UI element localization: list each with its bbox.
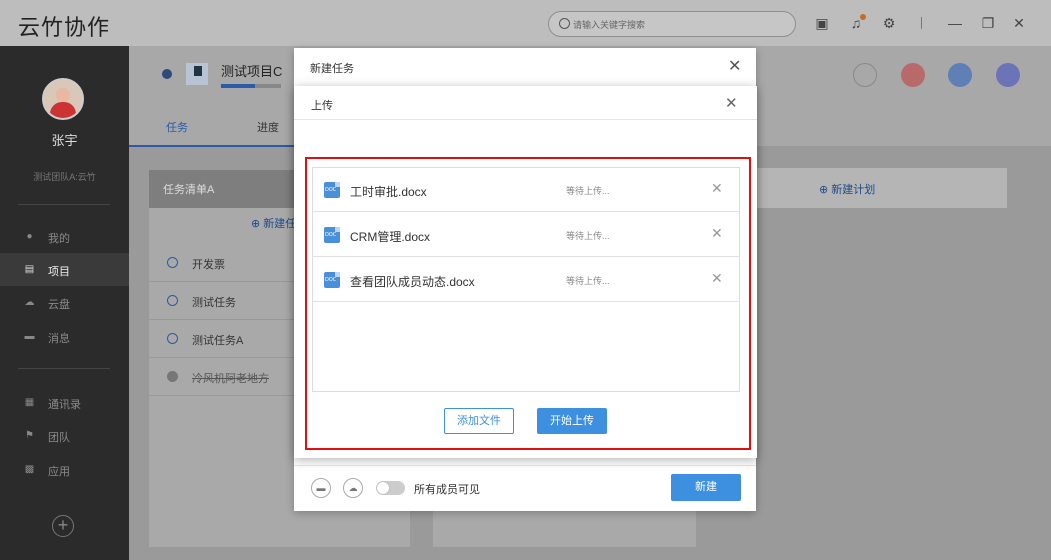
remove-file-icon[interactable]: ✕ bbox=[711, 225, 723, 242]
bookmark-icon bbox=[186, 63, 208, 85]
cloud-icon: ☁ bbox=[24, 297, 35, 308]
tab-progress[interactable]: 进度 bbox=[257, 119, 279, 135]
doc-file-icon bbox=[324, 227, 340, 243]
briefcase-icon[interactable]: ▣ bbox=[813, 14, 831, 32]
sidebar-item-cloud[interactable]: ☁ 云盘 bbox=[0, 286, 129, 319]
task-checkbox[interactable] bbox=[167, 371, 178, 382]
folder-icon[interactable]: ▬ bbox=[311, 478, 331, 498]
project-icon: ▤ bbox=[24, 264, 35, 275]
task-label: 测试任务 bbox=[192, 297, 236, 309]
new-plan-label: ⊕ 新建计划 bbox=[819, 184, 876, 196]
add-icon[interactable]: + bbox=[52, 515, 74, 537]
apps-icon: ▩ bbox=[24, 464, 35, 475]
title-bar: 云竹协作 请输入关键字搜索 ▣ ♫ ⚙ — ❐ ✕ bbox=[0, 0, 1051, 46]
file-name: 工时审批.docx bbox=[350, 185, 427, 199]
dialog-divider bbox=[294, 119, 757, 120]
task-checkbox[interactable] bbox=[167, 333, 178, 344]
sidebar-item-messages[interactable]: ▬ 消息 bbox=[0, 320, 129, 353]
layers-icon[interactable] bbox=[901, 63, 925, 87]
visibility-toggle[interactable] bbox=[376, 481, 405, 495]
sidebar-item-label: 应用 bbox=[48, 466, 70, 478]
team-name[interactable]: 测试团队A:云竹 bbox=[0, 170, 129, 183]
project-title: 测试项目C bbox=[221, 64, 283, 79]
sidebar-item-label: 项目 bbox=[48, 266, 70, 278]
sidebar-item-contacts[interactable]: ▦ 通讯录 bbox=[0, 386, 129, 419]
sidebar-divider bbox=[18, 368, 110, 369]
visibility-label: 所有成员可见 bbox=[414, 484, 480, 496]
tab-tasks[interactable]: 任务 bbox=[166, 119, 188, 135]
sidebar-item-label: 通讯录 bbox=[48, 399, 81, 411]
sidebar-item-label: 我的 bbox=[48, 233, 70, 245]
sidebar: 张宇 测试团队A:云竹 ● 我的 ▤ 项目 ☁ 云盘 ▬ 消息 ▦ 通讯录 ⚑ … bbox=[0, 46, 129, 560]
message-icon: ▬ bbox=[24, 331, 35, 342]
contacts-icon: ▦ bbox=[24, 397, 35, 408]
task-label: 冷风机阿老地方 bbox=[192, 373, 269, 385]
app-title: 云竹协作 bbox=[18, 16, 111, 41]
sidebar-item-apps[interactable]: ▩ 应用 bbox=[0, 453, 129, 486]
file-status: 等待上传... bbox=[566, 231, 610, 241]
file-status: 等待上传... bbox=[566, 186, 610, 196]
upload-dialog-title: 上传 bbox=[311, 100, 333, 112]
avatar[interactable] bbox=[42, 78, 84, 120]
task-checkbox[interactable] bbox=[167, 257, 178, 268]
sidebar-item-team[interactable]: ⚑ 团队 bbox=[0, 419, 129, 452]
sidebar-item-label: 消息 bbox=[48, 333, 70, 345]
project-progress-bar bbox=[221, 84, 281, 88]
sidebar-item-projects[interactable]: ▤ 项目 bbox=[0, 253, 129, 286]
close-icon[interactable]: ✕ bbox=[725, 94, 738, 112]
settings-icon[interactable] bbox=[996, 63, 1020, 87]
start-upload-button[interactable]: 开始上传 bbox=[537, 408, 607, 434]
search-placeholder: 请输入关键字搜索 bbox=[573, 20, 646, 30]
doc-file-icon bbox=[324, 272, 340, 288]
create-button[interactable]: 新建 bbox=[671, 474, 741, 501]
cloud-icon[interactable]: ☁ bbox=[343, 478, 363, 498]
file-name: CRM管理.docx bbox=[350, 230, 431, 244]
notification-dot bbox=[860, 14, 866, 20]
sidebar-item-mine[interactable]: ● 我的 bbox=[0, 220, 129, 253]
task-label: 开发票 bbox=[192, 259, 225, 271]
add-file-button[interactable]: 添加文件 bbox=[444, 408, 514, 434]
user-name: 张宇 bbox=[51, 133, 78, 148]
file-status: 等待上传... bbox=[566, 276, 610, 286]
file-item: 查看团队成员动态.docx 等待上传... ✕ bbox=[312, 257, 740, 302]
people-icon[interactable] bbox=[948, 63, 972, 87]
sidebar-divider bbox=[18, 204, 110, 205]
sidebar-item-label: 云盘 bbox=[48, 299, 70, 311]
gear-icon[interactable]: ⚙ bbox=[880, 14, 898, 32]
remove-file-icon[interactable]: ✕ bbox=[711, 270, 723, 287]
task-checkbox[interactable] bbox=[167, 295, 178, 306]
dialog-title: 新建任务 bbox=[310, 63, 354, 75]
add-member-icon[interactable] bbox=[853, 63, 877, 87]
clock-icon bbox=[162, 69, 172, 79]
file-name: 查看团队成员动态.docx bbox=[350, 275, 475, 289]
user-icon: ● bbox=[26, 231, 33, 242]
new-task-link[interactable]: ⊕ 新建任 bbox=[251, 215, 296, 231]
toolbar-separator bbox=[921, 17, 922, 29]
restore-icon[interactable]: ❐ bbox=[979, 14, 997, 32]
file-item: 工时审批.docx 等待上传... ✕ bbox=[312, 167, 740, 212]
file-item: CRM管理.docx 等待上传... ✕ bbox=[312, 212, 740, 257]
close-icon[interactable]: ✕ bbox=[1010, 14, 1028, 32]
flag-icon: ⚑ bbox=[25, 430, 34, 441]
minimize-icon[interactable]: — bbox=[946, 14, 964, 32]
close-icon[interactable]: ✕ bbox=[728, 56, 741, 76]
remove-file-icon[interactable]: ✕ bbox=[711, 180, 723, 197]
task-label: 测试任务A bbox=[192, 335, 244, 347]
new-plan-button[interactable]: ⊕ 新建计划 bbox=[757, 168, 1007, 208]
search-input[interactable]: 请输入关键字搜索 bbox=[548, 11, 796, 37]
sidebar-item-label: 团队 bbox=[48, 432, 70, 444]
search-icon bbox=[559, 18, 570, 29]
doc-file-icon bbox=[324, 182, 340, 198]
